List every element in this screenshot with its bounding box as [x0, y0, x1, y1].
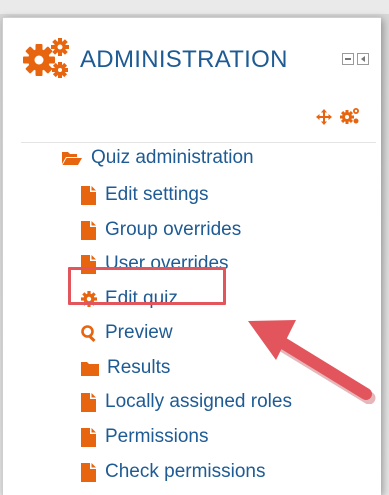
block-title: ADMINISTRATION — [80, 46, 288, 73]
collapse-block-button[interactable] — [342, 53, 354, 65]
file-icon — [81, 427, 96, 447]
folder-open-icon — [62, 152, 82, 165]
tree-item-label: Results — [107, 357, 171, 378]
tree-item-permissions[interactable]: Permissions — [81, 423, 208, 451]
gears-icon — [23, 38, 69, 78]
tree-item-preview[interactable]: Preview — [81, 319, 173, 347]
search-icon — [81, 324, 96, 342]
tree-item-label: Edit settings — [105, 184, 209, 205]
file-icon — [81, 462, 96, 482]
tree-item-group-overrides[interactable]: Group overrides — [81, 216, 241, 244]
dock-block-button[interactable] — [357, 53, 369, 65]
pointer-arrow-icon — [248, 320, 376, 404]
highlight-box — [68, 267, 226, 305]
tree-item-check-permissions[interactable]: Check permissions — [81, 458, 266, 486]
move-icon[interactable] — [316, 109, 332, 125]
tree-item-label: Group overrides — [105, 219, 242, 240]
file-icon — [81, 185, 96, 205]
tree-item-results[interactable]: Results — [81, 354, 170, 382]
header-divider — [21, 142, 376, 143]
tree-item-edit-settings[interactable]: Edit settings — [81, 181, 209, 209]
file-icon — [81, 392, 96, 412]
file-icon — [81, 220, 96, 240]
block-header: ADMINISTRATION — [3, 18, 381, 98]
tree-item-label: Preview — [105, 322, 173, 343]
tree-item-label: Check permissions — [105, 461, 266, 482]
tree-item-label: Permissions — [105, 426, 209, 447]
block-actions-gear-icon[interactable] — [340, 107, 360, 125]
administration-block: ADMINISTRATION Quiz administration Edit … — [2, 17, 381, 495]
tree-node-label: Quiz administration — [91, 147, 254, 168]
folder-icon — [81, 361, 99, 376]
tree-node-quiz-administration[interactable]: Quiz administration — [61, 144, 254, 172]
